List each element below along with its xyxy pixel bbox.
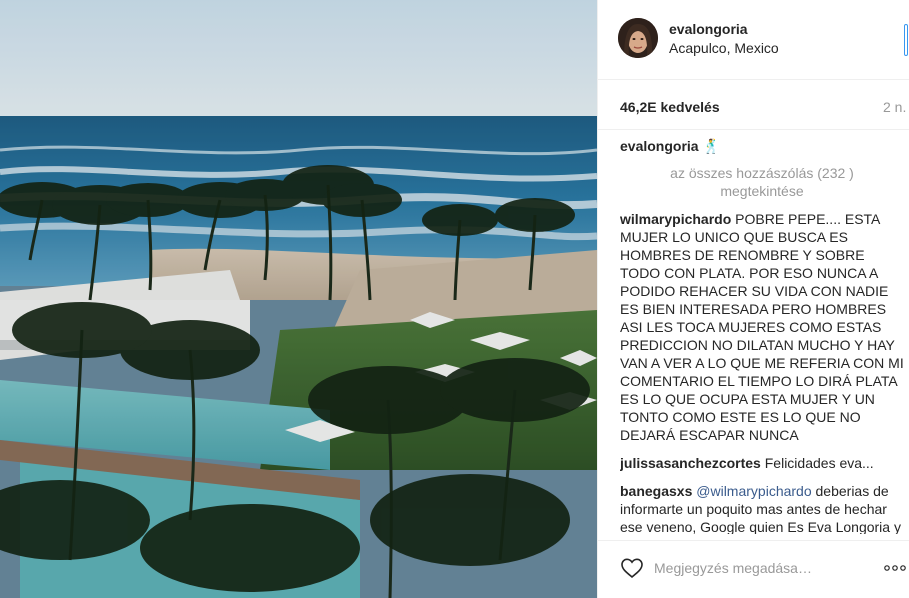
comment-item: julissasanchezcortes Felicidades eva...: [620, 454, 904, 472]
caption-text: 🕺: [702, 138, 720, 154]
follow-button[interactable]: [904, 24, 908, 56]
post-time[interactable]: 2 n.: [883, 99, 906, 115]
comment-text: POBRE PEPE.... ESTA MUJER LO UNICO QUE B…: [620, 211, 904, 443]
caption-username[interactable]: evalongoria: [620, 138, 699, 154]
comment-username[interactable]: wilmarypichardo: [620, 211, 731, 227]
comment-item: banegasxs @wilmarypichardo deberias de i…: [620, 482, 904, 534]
avatar[interactable]: [618, 18, 658, 58]
comments-list: evalongoria 🕺 az összes hozzászólás (232…: [620, 134, 904, 538]
post-header: evalongoria Acapulco, Mexico: [598, 0, 909, 80]
post-photo[interactable]: [0, 0, 597, 598]
ellipsis-icon[interactable]: [883, 563, 907, 573]
comment-footer: [598, 540, 909, 598]
comment-mention[interactable]: @wilmarypichardo: [696, 483, 811, 499]
comment-username[interactable]: banegasxs: [620, 483, 692, 499]
post-author-username[interactable]: evalongoria: [669, 21, 748, 37]
heart-outline-icon[interactable]: [620, 557, 644, 579]
comment-username[interactable]: julissasanchezcortes: [620, 455, 761, 471]
comment-input[interactable]: [654, 557, 864, 579]
beach-resort-photo: [0, 0, 597, 598]
like-count[interactable]: 46,2E kedvelés: [620, 99, 720, 115]
comment-item: wilmarypichardo POBRE PEPE.... ESTA MUJE…: [620, 210, 904, 444]
view-all-comments-link[interactable]: az összes hozzászólás (232 ) megtekintés…: [620, 164, 904, 200]
profile-photo-icon: [618, 18, 658, 58]
post-details-panel: evalongoria Acapulco, Mexico 46,2E kedve…: [597, 0, 909, 598]
likes-row: 46,2E kedvelés 2 n.: [598, 80, 909, 130]
post-location[interactable]: Acapulco, Mexico: [669, 40, 779, 56]
comment-text: Felicidades eva...: [764, 455, 874, 471]
post-caption: evalongoria 🕺: [620, 137, 904, 155]
